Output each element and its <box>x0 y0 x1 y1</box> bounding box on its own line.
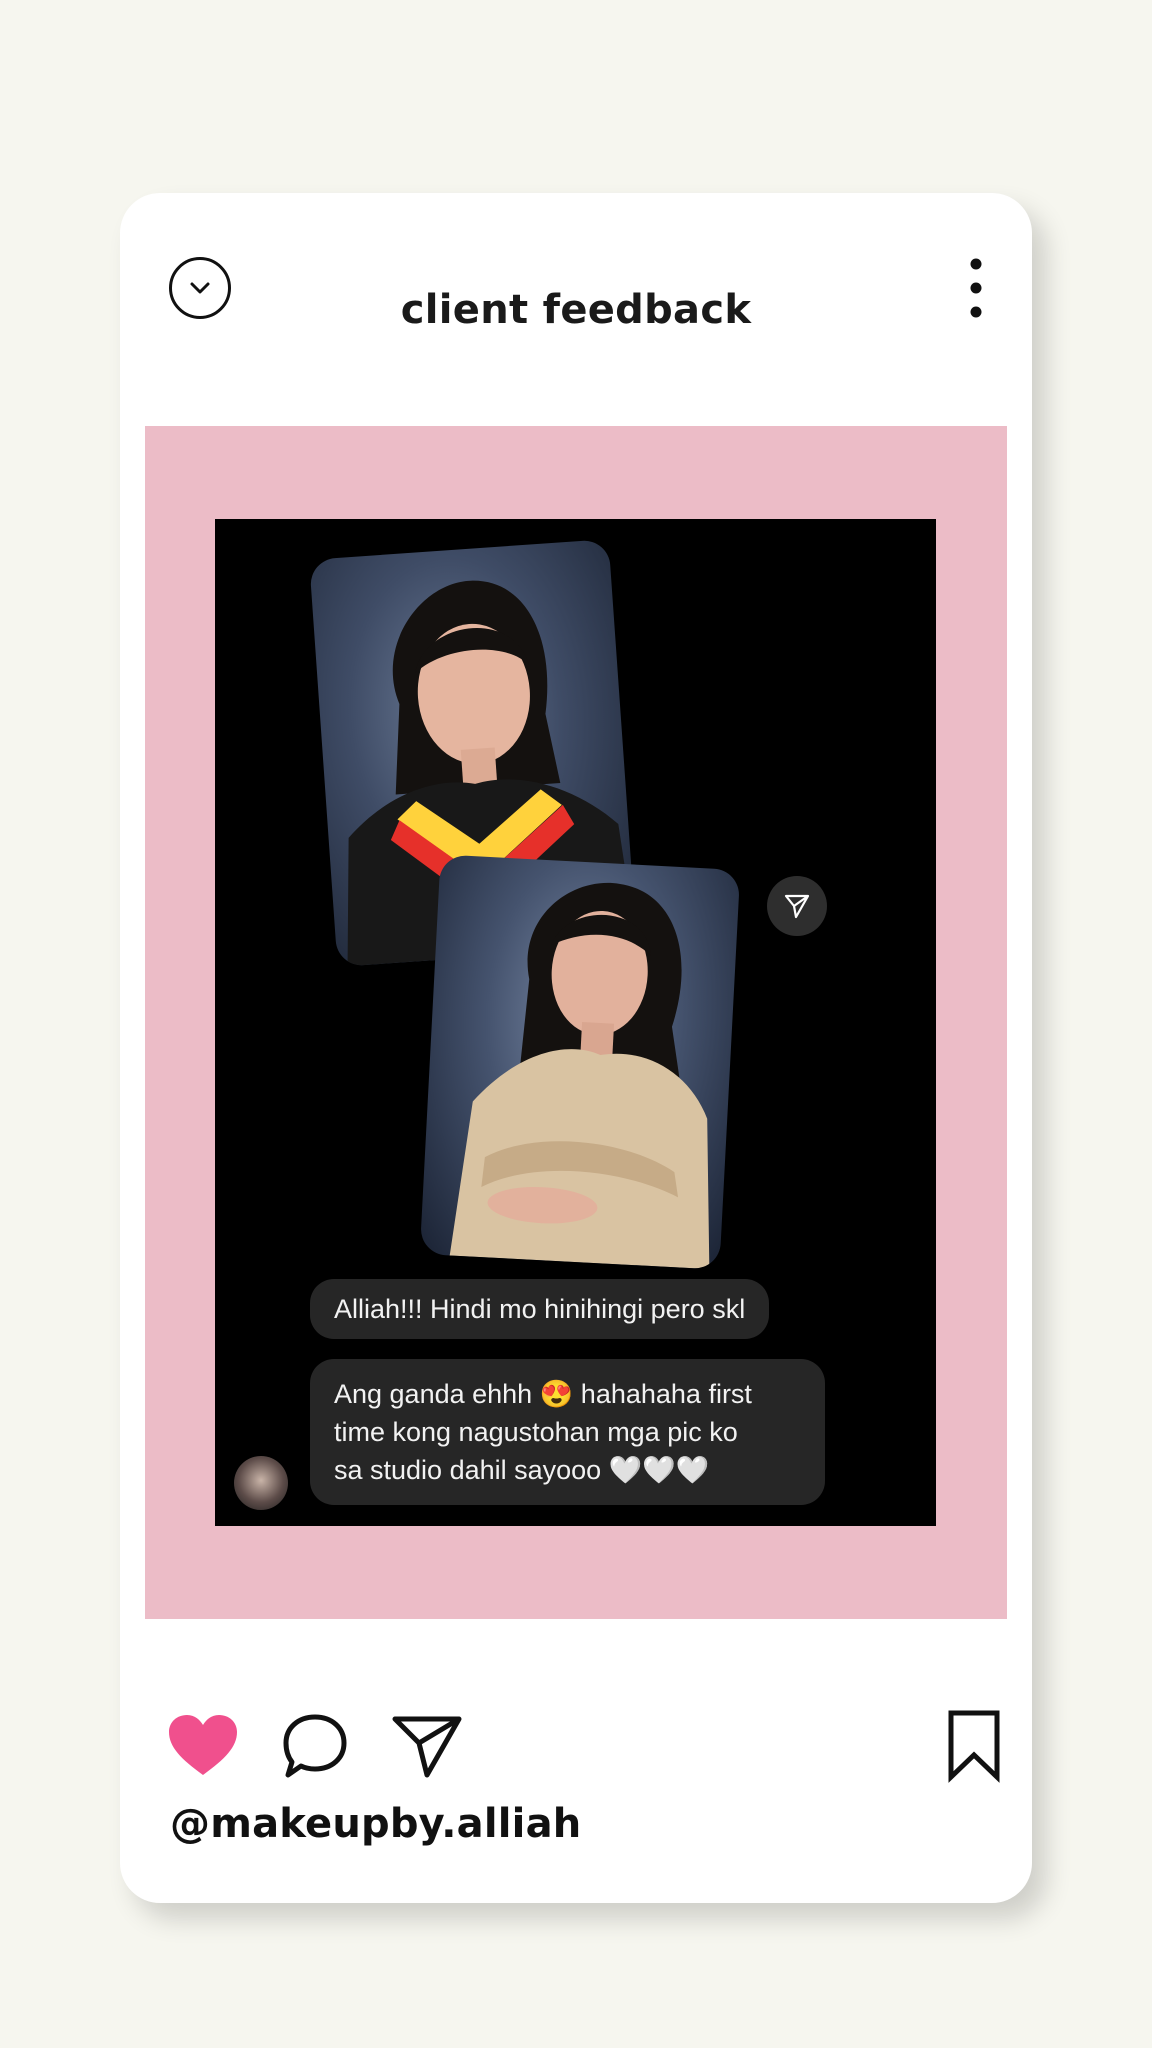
message-line: Ang ganda ehhh 😍 hahahaha first <box>334 1379 752 1409</box>
chat-screenshot: Alliah!!! Hindi mo hinihingi pero skl An… <box>215 519 936 1526</box>
post-title: client feedback <box>400 287 752 333</box>
post-card: client feedback Alliah!!! Hindi mo hinih… <box>120 193 1032 1903</box>
bookmark-icon[interactable] <box>945 1709 1003 1783</box>
message-line: sa studio dahil sayooo 🤍🤍🤍 <box>334 1455 710 1485</box>
avatar <box>234 1456 288 1510</box>
comment-icon[interactable] <box>280 1713 350 1781</box>
message-bubble: Alliah!!! Hindi mo hinihingi pero skl <box>310 1279 770 1339</box>
post-image[interactable]: Alliah!!! Hindi mo hinihingi pero skl An… <box>145 426 1007 1619</box>
heart-icon[interactable] <box>167 1713 239 1779</box>
message-bubble: Ang ganda ehhh 😍 hahahaha first time kon… <box>310 1359 825 1505</box>
message-line: time kong nagustohan mga pic ko <box>334 1417 738 1447</box>
more-vertical-icon[interactable] <box>969 257 983 319</box>
graduation-photo-filipiniana <box>419 854 741 1270</box>
send-icon[interactable] <box>767 876 827 936</box>
send-icon[interactable] <box>391 1713 463 1779</box>
username-link[interactable]: @makeupby.alliah <box>170 1801 581 1847</box>
